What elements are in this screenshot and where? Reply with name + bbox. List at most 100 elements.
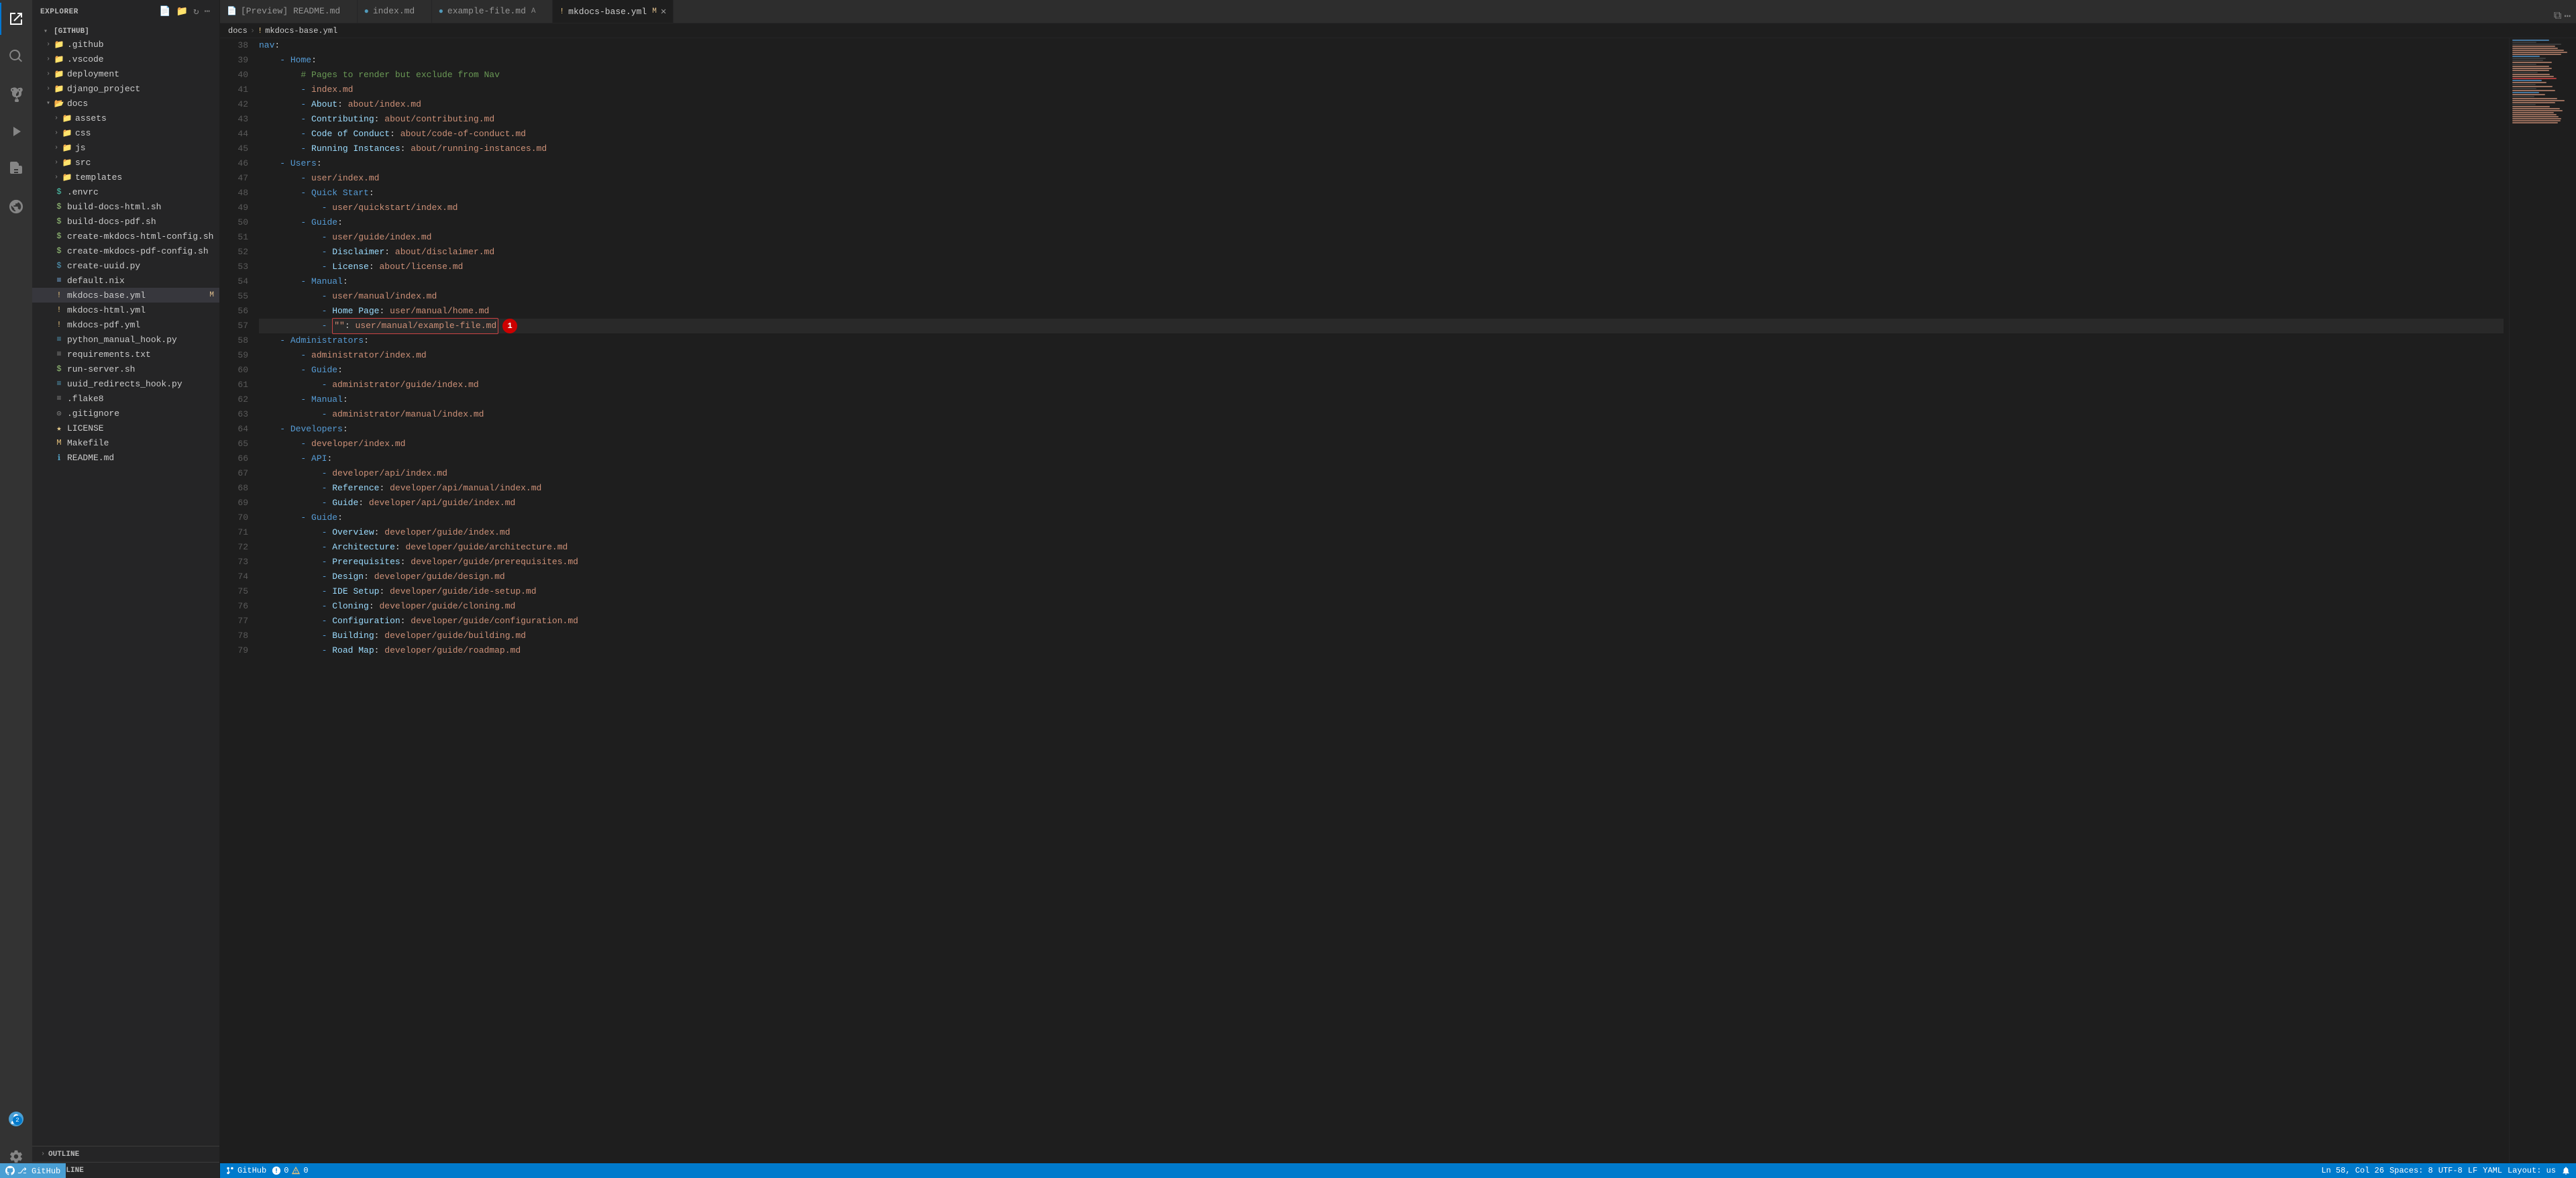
- activity-bar-remote[interactable]: [0, 191, 32, 223]
- code-line-55: - user/manual/index.md: [259, 289, 2504, 304]
- code-editor[interactable]: nav: - Home: # Pages to render but exclu…: [254, 38, 2509, 1163]
- tree-item-gitignore[interactable]: › ⊙ .gitignore: [32, 406, 219, 421]
- tree-item-github[interactable]: › 📁 .github: [32, 37, 219, 52]
- github-status-item[interactable]: ⎇ GitHub: [0, 1163, 66, 1178]
- makefile-label: Makefile: [67, 438, 109, 448]
- tree-item-deployment[interactable]: › 📁 deployment: [32, 66, 219, 81]
- split-editor-btn[interactable]: ⧉: [2554, 10, 2561, 22]
- status-errors[interactable]: 0 0: [272, 1166, 308, 1175]
- status-notifications[interactable]: [2561, 1166, 2571, 1175]
- tab-example-file[interactable]: ● example-file.md A ✕: [432, 0, 553, 23]
- tree-item-default-nix[interactable]: › ≡ default.nix: [32, 273, 219, 288]
- status-position[interactable]: Ln 58, Col 26: [2321, 1166, 2384, 1175]
- tree-item-license[interactable]: › ★ LICENSE: [32, 421, 219, 435]
- vscode-folder-icon: 📁: [54, 54, 64, 64]
- tab-mkdocs-base-close[interactable]: ✕: [661, 6, 666, 17]
- activity-bar-search[interactable]: [0, 40, 32, 72]
- css-label: css: [75, 128, 91, 138]
- mkdocs-base-icon: !: [54, 290, 64, 301]
- code-line-43: - Contributing: about/contributing.md: [259, 112, 2504, 127]
- tree-item-create-uuid[interactable]: › $ create-uuid.py: [32, 258, 219, 273]
- status-spaces[interactable]: Spaces: 8: [2390, 1166, 2433, 1175]
- code-line-49: - user/quickstart/index.md: [259, 201, 2504, 215]
- tree-item-build-pdf[interactable]: › $ build-docs-pdf.sh: [32, 214, 219, 229]
- uuid-hook-label: uuid_redirects_hook.py: [67, 379, 182, 389]
- tree-item-js[interactable]: › 📁 js: [32, 140, 219, 155]
- status-language[interactable]: YAML: [2483, 1166, 2502, 1175]
- tree-item-python-hook[interactable]: › ≡ python_manual_hook.py: [32, 332, 219, 347]
- more-actions-btn[interactable]: ⋯: [2564, 9, 2571, 23]
- refresh-btn[interactable]: ↻: [192, 5, 200, 19]
- src-label: src: [75, 158, 91, 168]
- tab-mkdocs-base[interactable]: ! mkdocs-base.yml M ✕: [553, 0, 674, 23]
- outline-label: OUTLINE: [48, 1150, 79, 1159]
- new-file-btn[interactable]: 📄: [158, 5, 172, 19]
- envrc-label: .envrc: [67, 187, 99, 197]
- activity-bar-explorer[interactable]: [0, 3, 32, 35]
- create-html-icon: $: [54, 231, 64, 242]
- code-line-77: - Configuration: developer/guide/configu…: [259, 614, 2504, 629]
- code-line-75: - IDE Setup: developer/guide/ide-setup.m…: [259, 584, 2504, 599]
- breadcrumb-docs[interactable]: docs: [228, 26, 248, 36]
- tree-item-envrc[interactable]: › $ .envrc: [32, 184, 219, 199]
- status-encoding[interactable]: UTF-8: [2438, 1166, 2463, 1175]
- git-branch-label: GitHub: [237, 1166, 266, 1175]
- code-line-42: - About: about/index.md: [259, 97, 2504, 112]
- tree-item-readme[interactable]: › ℹ README.md: [32, 450, 219, 465]
- root-folder[interactable]: ▾ [GITHUB]: [32, 23, 219, 37]
- tabs-bar: 📄 [Preview] README.md ✕ ● index.md ✕ ● e…: [220, 0, 2576, 23]
- code-line-50: - Guide:: [259, 215, 2504, 230]
- tree-item-templates[interactable]: › 📁 templates: [32, 170, 219, 184]
- code-line-45: - Running Instances: about/running-insta…: [259, 142, 2504, 156]
- tree-item-vscode[interactable]: › 📁 .vscode: [32, 52, 219, 66]
- tree-item-requirements[interactable]: › ≡ requirements.txt: [32, 347, 219, 362]
- tab-index-md[interactable]: ● index.md ✕: [358, 0, 432, 23]
- collapse-all-btn[interactable]: ⋯: [203, 5, 211, 19]
- activity-bar-run[interactable]: [0, 115, 32, 148]
- tree-item-mkdocs-html[interactable]: › ! mkdocs-html.yml: [32, 303, 219, 317]
- tree-item-django[interactable]: › 📁 django_project: [32, 81, 219, 96]
- code-line-46: - Users:: [259, 156, 2504, 171]
- status-git-branch[interactable]: GitHub: [225, 1166, 266, 1175]
- code-line-71: - Overview: developer/guide/index.md: [259, 525, 2504, 540]
- tree-item-uuid-hook[interactable]: › ≡ uuid_redirects_hook.py: [32, 376, 219, 391]
- code-line-61: - administrator/guide/index.md: [259, 378, 2504, 392]
- activity-bar: 2: [0, 0, 32, 1178]
- github-link-label: ⎇ GitHub: [17, 1166, 60, 1176]
- code-line-68: - Reference: developer/api/manual/index.…: [259, 481, 2504, 496]
- encoding-label: UTF-8: [2438, 1166, 2463, 1175]
- mkdocs-base-tab-icon: !: [559, 7, 564, 16]
- tree-item-create-pdf[interactable]: › $ create-mkdocs-pdf-config.sh: [32, 244, 219, 258]
- activity-bar-extensions[interactable]: [0, 153, 32, 185]
- build-html-label: build-docs-html.sh: [67, 202, 161, 212]
- python-hook-icon: ≡: [54, 334, 64, 345]
- status-line-ending[interactable]: LF: [2468, 1166, 2477, 1175]
- mkdocs-base-badge: M: [209, 291, 214, 299]
- breadcrumb-file[interactable]: mkdocs-base.yml: [265, 26, 337, 36]
- tab-mkdocs-base-label: mkdocs-base.yml: [568, 7, 647, 17]
- root-label: [GITHUB]: [54, 28, 89, 36]
- tree-item-docs[interactable]: ▾ 📂 docs: [32, 96, 219, 111]
- tree-item-assets[interactable]: › 📁 assets: [32, 111, 219, 125]
- preview-readme-icon: 📄: [227, 6, 237, 16]
- tree-item-run-server[interactable]: › $ run-server.sh: [32, 362, 219, 376]
- code-line-40: # Pages to render but exclude from Nav: [259, 68, 2504, 83]
- index-md-icon: ●: [364, 7, 369, 16]
- outline-section[interactable]: › OUTLINE: [32, 1146, 219, 1162]
- tree-item-create-html[interactable]: › $ create-mkdocs-html-config.sh: [32, 229, 219, 244]
- code-line-78: - Building: developer/guide/building.md: [259, 629, 2504, 643]
- spaces-label: Spaces: 8: [2390, 1166, 2433, 1175]
- tree-item-mkdocs-pdf[interactable]: › ! mkdocs-pdf.yml: [32, 317, 219, 332]
- tree-item-build-html[interactable]: › $ build-docs-html.sh: [32, 199, 219, 214]
- tree-item-src[interactable]: › 📁 src: [32, 155, 219, 170]
- tab-preview-readme[interactable]: 📄 [Preview] README.md ✕: [220, 0, 358, 23]
- tree-item-mkdocs-base[interactable]: › ! mkdocs-base.yml M: [32, 288, 219, 303]
- new-folder-btn[interactable]: 📁: [175, 5, 189, 19]
- tree-item-css[interactable]: › 📁 css: [32, 125, 219, 140]
- tree-item-makefile[interactable]: › M Makefile: [32, 435, 219, 450]
- status-layout[interactable]: Layout: us: [2508, 1166, 2556, 1175]
- activity-bar-source-control[interactable]: [0, 78, 32, 110]
- activity-bar-accounts[interactable]: 2: [0, 1103, 32, 1135]
- create-uuid-icon: $: [54, 260, 64, 271]
- tree-item-flake8[interactable]: › ≡ .flake8: [32, 391, 219, 406]
